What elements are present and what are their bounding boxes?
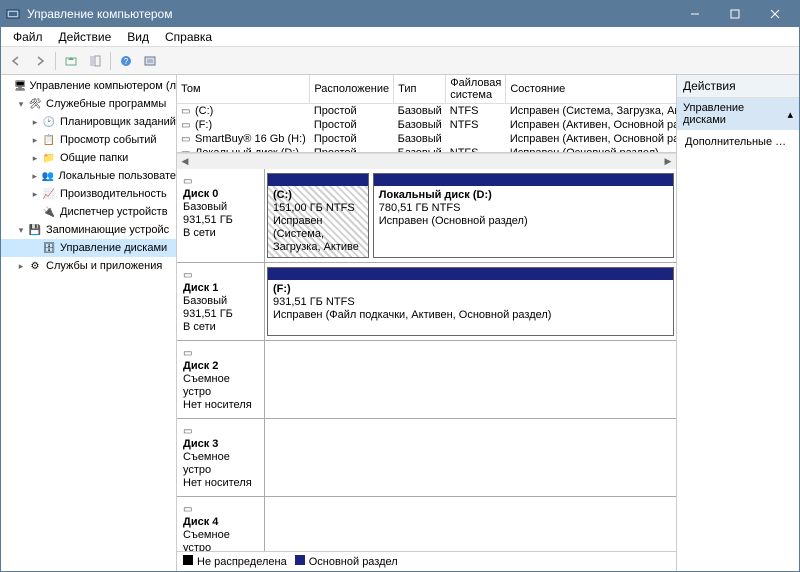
navigation-tree: 🖥Управление компьютером (л ▾🛠Служебные п… — [1, 75, 177, 571]
legend: Не распределена Основной раздел — [177, 551, 676, 571]
partition-stripe — [268, 268, 673, 280]
event-icon: 📋 — [41, 132, 57, 148]
drive-icon: ▭ — [181, 106, 195, 117]
show-hide-tree-button[interactable] — [84, 50, 106, 72]
toolbar: ? — [1, 47, 799, 75]
disk-info[interactable]: ▭ Диск 1Базовый931,51 ГБВ сети — [177, 263, 265, 340]
menubar: Файл Действие Вид Справка — [1, 27, 799, 47]
window-title: Управление компьютером — [27, 7, 675, 21]
legend-primary: Основной раздел — [309, 556, 398, 568]
collapse-icon: ▴ — [787, 108, 793, 121]
tree-services[interactable]: ▸⚙Службы и приложения — [1, 257, 176, 275]
volume-scrollbar[interactable]: ◀ ▶ — [177, 153, 676, 169]
services-icon: ⚙ — [27, 258, 43, 274]
perf-icon: 📈 — [41, 186, 57, 202]
app-icon — [5, 6, 21, 22]
disk-icon: ▭ — [183, 504, 192, 515]
computer-icon: 🖥 — [14, 78, 27, 94]
folder-icon: 📁 — [41, 150, 57, 166]
up-button[interactable] — [60, 50, 82, 72]
disk-icon: 🗄 — [41, 240, 57, 256]
disk-info[interactable]: ▭ Диск 0Базовый931,51 ГБВ сети — [177, 169, 265, 262]
actions-group[interactable]: Управление дисками▴ — [677, 98, 799, 130]
close-button[interactable] — [755, 1, 795, 27]
drive-icon: ▭ — [181, 120, 195, 131]
tree-storage[interactable]: ▾💾Запоминающие устройс — [1, 221, 176, 239]
legend-swatch-primary — [295, 555, 305, 565]
actions-pane: Действия Управление дисками▴ Дополнитель… — [677, 75, 799, 571]
drive-icon: ▭ — [181, 134, 195, 145]
legend-unallocated: Не распределена — [197, 556, 287, 568]
scroll-right-icon[interactable]: ▶ — [660, 156, 676, 167]
minimize-button[interactable] — [675, 1, 715, 27]
disk-map: ▭ Диск 0Базовый931,51 ГБВ сети(C:)151,00… — [177, 169, 676, 551]
drive-icon: ▭ — [181, 148, 195, 153]
disk-row: ▭ Диск 0Базовый931,51 ГБВ сети(C:)151,00… — [177, 169, 676, 263]
menu-action[interactable]: Действие — [51, 28, 120, 46]
partition-stripe — [374, 174, 673, 186]
disk-row: ▭ Диск 1Базовый931,51 ГБВ сети(F:)931,51… — [177, 263, 676, 341]
scroll-left-icon[interactable]: ◀ — [177, 156, 193, 167]
col-status[interactable]: Состояние — [506, 75, 676, 104]
back-button[interactable] — [5, 50, 27, 72]
volume-list: Том Расположение Тип Файловая система Со… — [177, 75, 676, 153]
svg-text:?: ? — [124, 57, 129, 66]
refresh-button[interactable] — [139, 50, 161, 72]
volume-row[interactable]: ▭SmartBuy® 16 Gb (H:)ПростойБазовыйИспра… — [177, 132, 676, 146]
tree-system-tools[interactable]: ▾🛠Служебные программы — [1, 95, 176, 113]
actions-header: Действия — [677, 75, 799, 98]
disk-info[interactable]: ▭ Диск 4Съемное устро — [177, 497, 265, 551]
disk-info[interactable]: ▭ Диск 2Съемное устроНет носителя — [177, 341, 265, 418]
tree-performance[interactable]: ▸📈Производительность — [1, 185, 176, 203]
disk-icon: ▭ — [183, 426, 192, 437]
menu-file[interactable]: Файл — [5, 28, 51, 46]
disk-icon: ▭ — [183, 176, 192, 187]
col-volume[interactable]: Том — [177, 75, 310, 104]
titlebar: Управление компьютером — [1, 1, 799, 27]
disk-icon: ▭ — [183, 270, 192, 281]
center-pane: Том Расположение Тип Файловая система Со… — [177, 75, 677, 571]
tree-local-users[interactable]: ▸👥Локальные пользовате — [1, 167, 176, 185]
storage-icon: 💾 — [27, 222, 43, 238]
help-button[interactable]: ? — [115, 50, 137, 72]
disk-row: ▭ Диск 2Съемное устроНет носителя — [177, 341, 676, 419]
tree-disk-management[interactable]: 🗄Управление дисками — [1, 239, 176, 257]
maximize-button[interactable] — [715, 1, 755, 27]
forward-button[interactable] — [29, 50, 51, 72]
disk-icon: ▭ — [183, 348, 192, 359]
disk-row: ▭ Диск 4Съемное устро — [177, 497, 676, 551]
tree-task-scheduler[interactable]: ▸🕑Планировщик заданий — [1, 113, 176, 131]
partition-stripe — [268, 174, 368, 186]
users-icon: 👥 — [40, 168, 55, 184]
volume-row[interactable]: ▭(C:)ПростойБазовыйNTFSИсправен (Система… — [177, 104, 676, 119]
col-fs[interactable]: Файловая система — [446, 75, 506, 104]
clock-icon: 🕑 — [41, 114, 57, 130]
tools-icon: 🛠 — [27, 96, 43, 112]
device-icon: 🔌 — [41, 204, 57, 220]
partition[interactable]: (C:)151,00 ГБ NTFSИсправен (Система, Заг… — [267, 173, 369, 258]
tree-event-viewer[interactable]: ▸📋Просмотр событий — [1, 131, 176, 149]
menu-help[interactable]: Справка — [157, 28, 220, 46]
volume-row[interactable]: ▭Локальный диск (D:)ПростойБазовыйNTFSИс… — [177, 146, 676, 153]
menu-view[interactable]: Вид — [119, 28, 157, 46]
disk-info[interactable]: ▭ Диск 3Съемное устроНет носителя — [177, 419, 265, 496]
disk-row: ▭ Диск 3Съемное устроНет носителя — [177, 419, 676, 497]
actions-more[interactable]: Дополнительные дей... — [677, 130, 799, 154]
tree-device-manager[interactable]: 🔌Диспетчер устройств — [1, 203, 176, 221]
partition[interactable]: Локальный диск (D:)780,51 ГБ NTFSИсправе… — [373, 173, 674, 258]
tree-root[interactable]: 🖥Управление компьютером (л — [1, 77, 176, 95]
col-layout[interactable]: Расположение — [310, 75, 394, 104]
legend-swatch-unallocated — [183, 555, 193, 565]
volume-row[interactable]: ▭(F:)ПростойБазовыйNTFSИсправен (Активен… — [177, 118, 676, 132]
partition[interactable]: (F:)931,51 ГБ NTFSИсправен (Файл подкачк… — [267, 267, 674, 336]
tree-shared-folders[interactable]: ▸📁Общие папки — [1, 149, 176, 167]
col-type[interactable]: Тип — [394, 75, 446, 104]
